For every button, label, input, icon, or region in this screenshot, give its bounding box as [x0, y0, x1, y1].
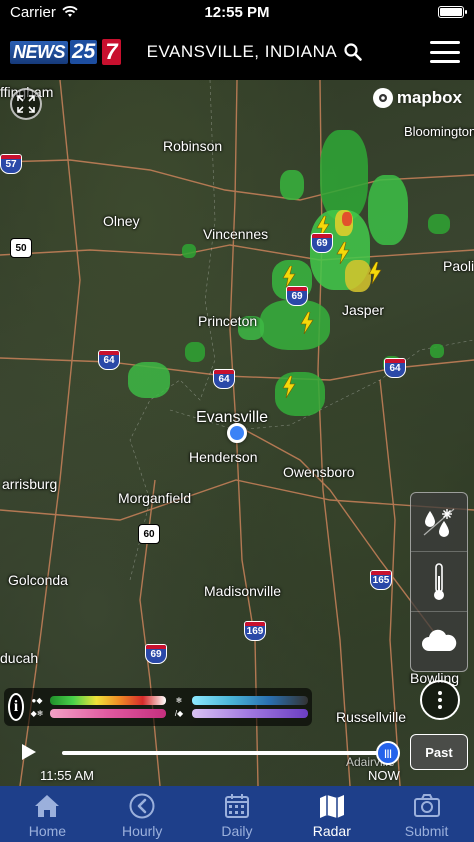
lightning-icon — [300, 312, 314, 334]
city-label: Princeton — [198, 313, 258, 329]
tab-daily[interactable]: Daily — [190, 786, 285, 842]
tab-hourly[interactable]: Hourly — [95, 786, 190, 842]
radar-echo — [182, 244, 196, 258]
lightning-icon — [282, 376, 296, 398]
radar-map[interactable]: 57 50 69 69 64 64 64 60 165 169 69 ffing… — [0, 80, 474, 786]
battery-icon — [438, 6, 467, 18]
camera-icon — [413, 794, 440, 817]
rain-color-scale — [50, 696, 166, 705]
mapbox-logo-icon — [372, 88, 393, 108]
logo-25-text: 25 — [70, 40, 98, 64]
mix-legend-icon: ◆❄ — [30, 708, 44, 718]
city-label: ducah — [0, 650, 39, 666]
snow-legend-icon: ❄ — [175, 695, 183, 705]
interstate-shield: 69 — [286, 286, 308, 306]
radar-echo — [280, 170, 304, 200]
info-icon[interactable]: i — [8, 693, 24, 721]
wifi-icon — [62, 6, 78, 17]
snow-color-scale — [192, 696, 308, 705]
thermometer-icon[interactable] — [411, 552, 467, 612]
tab-home[interactable]: Home — [0, 786, 95, 842]
app-header: NEWS 25 7 EVANSVILLE, INDIANA — [0, 24, 474, 80]
city-label: Olney — [103, 213, 140, 229]
tab-label: Submit — [404, 823, 449, 839]
interstate-shield: 64 — [98, 350, 120, 370]
radar-echo — [428, 214, 450, 234]
radar-echo — [128, 362, 170, 398]
search-icon[interactable] — [343, 42, 363, 62]
radar-echo — [430, 344, 444, 358]
radar-legend: i ●◆ ❄ ◆❄ /◆ — [4, 688, 312, 726]
mix-color-scale — [50, 709, 166, 718]
layer-panel — [410, 492, 468, 672]
city-label: Morganfield — [118, 490, 192, 506]
rain-legend-icon: ●◆ — [31, 695, 43, 705]
more-options-icon[interactable] — [420, 680, 460, 720]
location-title[interactable]: EVANSVILLE, INDIANA — [147, 42, 338, 62]
city-label: Owensboro — [283, 464, 355, 480]
station-logo[interactable]: NEWS 25 7 — [10, 39, 121, 65]
logo-7-text: 7 — [102, 39, 121, 65]
city-label: Jasper — [342, 302, 385, 318]
city-label: Russellville — [336, 709, 407, 725]
radar-echo — [320, 130, 368, 220]
us-route-shield: 50 — [10, 238, 32, 258]
interstate-shield: 69 — [311, 233, 333, 253]
interstate-shield: 69 — [145, 644, 167, 664]
radar-echo — [185, 342, 205, 362]
interstate-shield: 64 — [384, 358, 406, 378]
timeline-thumb[interactable]: ||| — [376, 741, 400, 765]
interstate-shield: 169 — [244, 621, 266, 641]
end-time-label: NOW — [368, 768, 400, 783]
precipitation-layer-icon[interactable] — [411, 493, 467, 553]
home-icon — [35, 795, 60, 817]
past-button[interactable]: Past — [410, 734, 468, 770]
carrier-label: Carrier — [10, 3, 56, 21]
city-label: Vincennes — [203, 226, 269, 242]
expand-icon[interactable] — [10, 88, 42, 120]
timeline-track[interactable] — [62, 751, 390, 755]
tab-radar[interactable]: Radar — [284, 786, 379, 842]
city-label: Golconda — [8, 572, 68, 588]
tab-label: Home — [28, 823, 67, 839]
interstate-shield: 165 — [370, 570, 392, 590]
play-icon[interactable] — [18, 742, 38, 762]
tab-label: Radar — [312, 823, 351, 839]
lightning-icon — [282, 266, 296, 288]
radar-echo — [368, 175, 408, 245]
city-label: Madisonville — [204, 583, 282, 599]
clock-icon — [129, 793, 155, 819]
map-icon — [319, 795, 344, 818]
interstate-shield: 57 — [0, 154, 22, 174]
logo-news-text: NEWS — [10, 40, 68, 64]
hamburger-menu-icon[interactable] — [430, 41, 460, 63]
city-label: Bloomington — [404, 124, 474, 139]
ice-legend-icon: /◆ — [174, 708, 184, 718]
radar-playback: ||| 11:55 AM NOW Past — [0, 730, 474, 786]
lightning-icon — [368, 262, 382, 284]
radar-echo — [260, 300, 330, 350]
lightning-icon — [336, 242, 350, 264]
tab-label: Daily — [221, 823, 253, 839]
start-time-label: 11:55 AM — [40, 768, 94, 783]
calendar-icon — [224, 794, 249, 818]
us-route-shield: 60 — [138, 524, 160, 544]
cloud-icon[interactable] — [411, 612, 467, 671]
ice-color-scale — [192, 709, 308, 718]
status-bar: Carrier 12:55 PM — [0, 0, 474, 24]
city-label: Robinson — [163, 138, 223, 154]
city-label: Paoli — [443, 258, 474, 274]
radar-echo — [342, 212, 352, 226]
mapbox-attribution[interactable]: mapbox — [372, 88, 462, 108]
tab-bar: Home Hourly Daily Radar Submit — [0, 786, 474, 842]
tab-submit[interactable]: Submit — [379, 786, 474, 842]
tab-label: Hourly — [121, 823, 163, 839]
current-location-marker — [227, 423, 247, 443]
city-label: Henderson — [189, 449, 258, 465]
mapbox-label: mapbox — [396, 88, 462, 107]
interstate-shield: 64 — [213, 369, 235, 389]
city-label: arrisburg — [2, 476, 58, 492]
